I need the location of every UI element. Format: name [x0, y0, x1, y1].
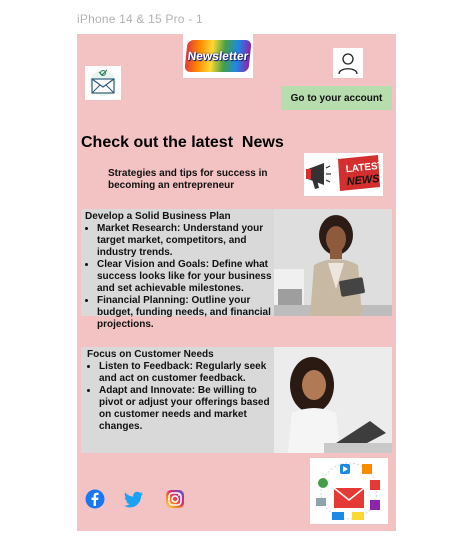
laptop-icon	[332, 512, 344, 520]
twitter-icon[interactable]	[124, 489, 144, 509]
people-icon	[370, 500, 380, 510]
bullet-list: Listen to Feedback: Regularly seek and a…	[87, 361, 277, 433]
businesswoman-photo	[274, 209, 392, 316]
instagram-icon[interactable]	[165, 489, 185, 509]
list-item: Adapt and Innovate: Be willing to pivot …	[99, 385, 277, 433]
list-item: Listen to Feedback: Regularly seek and a…	[99, 361, 277, 385]
list-item: Financial Planning: Outline your budget,…	[97, 295, 275, 331]
gift-icon	[370, 480, 380, 490]
envelope-icon	[85, 66, 121, 100]
newsletter-screen: Newsletter Go to your account Check out …	[77, 34, 396, 531]
profile-icon[interactable]	[333, 48, 363, 78]
chart-icon	[316, 498, 326, 506]
section-business-plan: Develop a Solid Business Plan Market Res…	[81, 209, 392, 330]
section-customer-needs: Focus on Customer Needs Listen to Feedba…	[81, 347, 392, 453]
megaphone-icon	[306, 163, 331, 189]
go-to-account-button[interactable]: Go to your account	[281, 86, 392, 110]
latest-news-badge: LATEST NEWS	[304, 153, 384, 196]
woman-laptop-photo	[274, 347, 392, 453]
facebook-icon[interactable]	[85, 489, 105, 509]
newsletter-logo-text: Newsletter	[184, 40, 252, 72]
calendar-icon	[362, 464, 372, 474]
section-title: Develop a Solid Business Plan	[85, 211, 231, 222]
bullet-list: Market Research: Understand your target …	[85, 223, 275, 331]
newsletter-logo: Newsletter	[183, 34, 253, 78]
section-title: Focus on Customer Needs	[87, 349, 214, 360]
tag-icon	[352, 512, 364, 520]
email-marketing-illustration	[310, 458, 388, 524]
globe-icon	[318, 478, 328, 488]
page-title: Check out the latest News	[81, 134, 284, 151]
page-subtitle: Strategies and tips for success in becom…	[108, 168, 268, 191]
frame-label: iPhone 14 & 15 Pro - 1	[77, 12, 203, 26]
list-item: Clear Vision and Goals: Define what succ…	[97, 259, 275, 295]
list-item: Market Research: Understand your target …	[97, 223, 275, 259]
